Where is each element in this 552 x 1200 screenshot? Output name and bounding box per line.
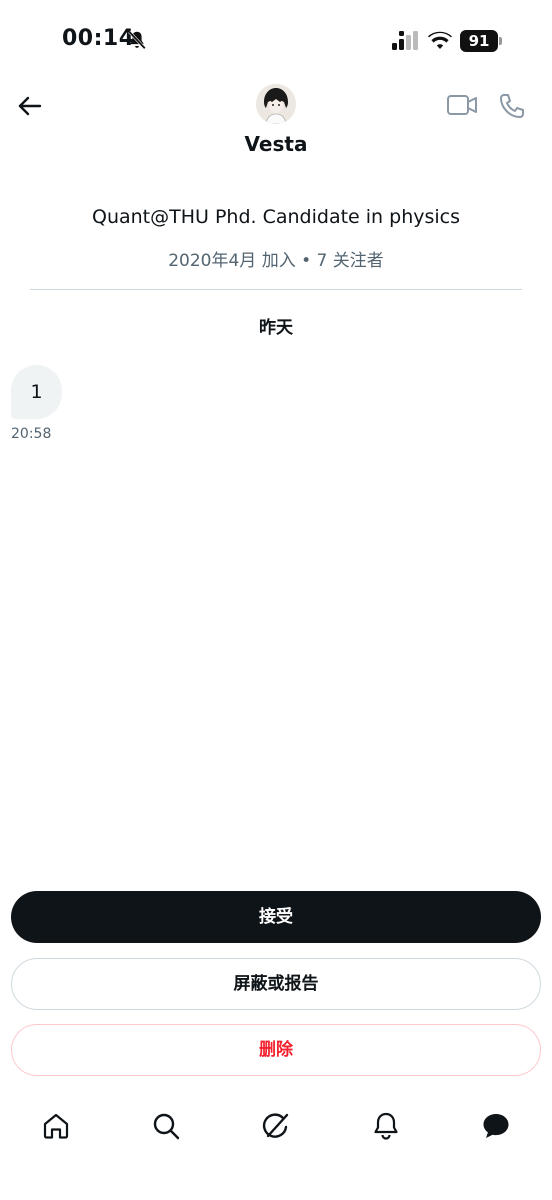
message-bubble[interactable]: 1 <box>11 365 62 419</box>
status-time: 00:14 <box>62 26 135 51</box>
profile-meta: 2020年4月 加入 • 7 关注者 <box>168 251 384 271</box>
block-or-report-button[interactable]: 屏蔽或报告 <box>11 958 541 1010</box>
video-call-icon[interactable] <box>446 92 478 118</box>
battery-level: 91 <box>460 30 498 52</box>
wifi-icon <box>428 31 452 49</box>
profile-bio: Quant@THU Phd. Candidate in physics <box>91 206 460 228</box>
battery-icon: 91 <box>460 30 504 52</box>
notifications-icon[interactable] <box>370 1110 402 1142</box>
avatar-image <box>256 84 296 124</box>
grok-icon[interactable] <box>260 1110 292 1142</box>
bottom-nav <box>0 1100 552 1160</box>
delete-button[interactable]: 删除 <box>11 1024 541 1076</box>
message-time: 20:58 <box>11 426 52 442</box>
divider <box>30 289 522 290</box>
accept-button[interactable]: 接受 <box>11 891 541 943</box>
search-icon[interactable] <box>150 1110 182 1142</box>
user-name[interactable]: Vesta <box>0 132 552 156</box>
messages-icon[interactable] <box>480 1110 512 1142</box>
back-arrow-icon[interactable] <box>14 90 46 122</box>
bell-muted-icon <box>128 30 146 50</box>
signal-icon <box>392 31 418 50</box>
date-separator: 昨天 <box>259 318 293 338</box>
home-icon[interactable] <box>40 1110 72 1142</box>
status-bar: 00:14 91 <box>0 0 552 80</box>
phone-call-icon[interactable] <box>498 92 526 120</box>
battery-tip <box>499 37 502 45</box>
avatar[interactable] <box>256 84 296 124</box>
